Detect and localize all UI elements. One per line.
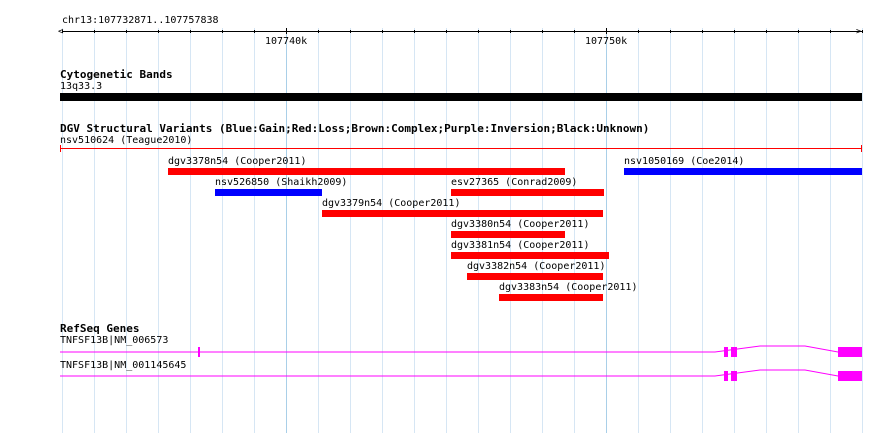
gene-model[interactable] (60, 369, 862, 381)
gene-model[interactable] (60, 345, 862, 357)
gene-models (60, 345, 862, 381)
genome-browser-view: chr13:107732871..107757838 < > 107740k 1… (0, 0, 890, 433)
